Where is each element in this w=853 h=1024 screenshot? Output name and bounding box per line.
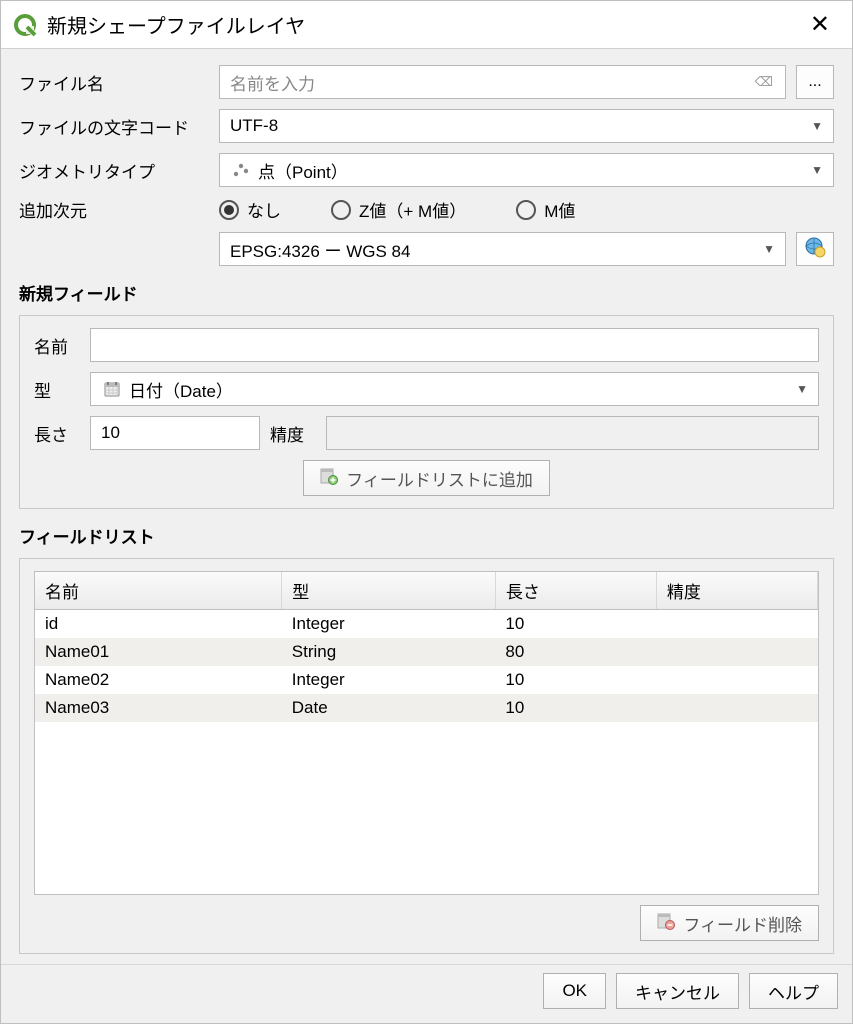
cell-precision (656, 666, 817, 694)
row-remove-btn: フィールド削除 (34, 905, 819, 941)
table-row[interactable]: Name01String80 (35, 638, 818, 666)
label-geom-type: ジオメトリタイプ (19, 158, 209, 183)
cell-name: Name02 (35, 666, 282, 694)
cell-length: 10 (495, 666, 656, 694)
chevron-down-icon: ▼ (796, 382, 808, 396)
row-nf-length: 長さ 精度 (34, 416, 819, 450)
radio-m[interactable]: M値 (516, 197, 575, 222)
nf-precision-input (326, 416, 819, 450)
dialog-footer: OK キャンセル ヘルプ (1, 964, 852, 1023)
radio-label-none: なし (247, 197, 281, 222)
nf-type-value: 日付（Date） (129, 377, 796, 402)
radio-z[interactable]: Z値（+ M値） (331, 197, 466, 222)
close-icon[interactable]: ✕ (800, 6, 840, 43)
filename-placeholder: 名前を入力 (230, 70, 753, 95)
radio-icon (516, 200, 536, 220)
label-nf-precision: 精度 (270, 421, 316, 446)
cell-name: id (35, 610, 282, 639)
window-title: 新規シェープファイルレイヤ (47, 10, 800, 39)
remove-field-button[interactable]: フィールド削除 (640, 905, 819, 941)
add-field-icon (320, 467, 338, 490)
encoding-select[interactable]: UTF-8 ▼ (219, 109, 834, 143)
cell-name: Name01 (35, 638, 282, 666)
th-type[interactable]: 型 (282, 572, 496, 610)
th-precision[interactable]: 精度 (656, 572, 817, 610)
ok-button[interactable]: OK (543, 973, 606, 1009)
remove-field-icon (657, 912, 675, 935)
browse-button[interactable]: ... (796, 65, 834, 99)
cancel-button[interactable]: キャンセル (616, 973, 739, 1009)
cell-length: 80 (495, 638, 656, 666)
cell-precision (656, 610, 817, 639)
table-header-row: 名前 型 長さ 精度 (35, 572, 818, 610)
cell-type: Integer (282, 610, 496, 639)
chevron-down-icon: ▼ (811, 163, 823, 177)
cell-type: String (282, 638, 496, 666)
cell-type: Date (282, 694, 496, 722)
cell-length: 10 (495, 694, 656, 722)
clear-icon[interactable]: ⌫ (753, 74, 775, 90)
section-field-list: フィールドリスト (19, 523, 834, 548)
nf-length-input[interactable] (90, 416, 260, 450)
radio-label-z: Z値（+ M値） (359, 197, 466, 222)
row-geom-type: ジオメトリタイプ 点（Point） ▼ (19, 153, 834, 187)
table-row[interactable]: Name02Integer10 (35, 666, 818, 694)
dimensions-radio-group: なし Z値（+ M値） M値 (219, 197, 834, 222)
crs-value: EPSG:4326 ー WGS 84 (230, 237, 763, 262)
panel-new-field: 名前 型 日付（Date） ▼ 長さ 精度 (19, 315, 834, 509)
encoding-value: UTF-8 (230, 116, 811, 136)
panel-field-list: 名前 型 長さ 精度 idInteger10Name01String80Name… (19, 558, 834, 954)
row-nf-name: 名前 (34, 328, 819, 362)
point-icon (230, 161, 252, 179)
add-btn-label: フィールドリストに追加 (346, 466, 533, 491)
qgis-icon (13, 13, 37, 37)
crs-picker-button[interactable] (796, 232, 834, 266)
cell-name: Name03 (35, 694, 282, 722)
field-list-table-wrap[interactable]: 名前 型 長さ 精度 idInteger10Name01String80Name… (34, 571, 819, 895)
filename-input[interactable]: 名前を入力 ⌫ (219, 65, 786, 99)
row-filename: ファイル名 名前を入力 ⌫ ... (19, 65, 834, 99)
field-list-table: 名前 型 長さ 精度 idInteger10Name01String80Name… (35, 572, 818, 722)
calendar-icon (101, 380, 123, 398)
radio-icon (331, 200, 351, 220)
radio-none[interactable]: なし (219, 197, 281, 222)
label-nf-type: 型 (34, 377, 80, 402)
row-nf-type: 型 日付（Date） ▼ (34, 372, 819, 406)
crs-select[interactable]: EPSG:4326 ー WGS 84 ▼ (219, 232, 786, 266)
chevron-down-icon: ▼ (811, 119, 823, 133)
titlebar: 新規シェープファイルレイヤ ✕ (1, 1, 852, 49)
th-name[interactable]: 名前 (35, 572, 282, 610)
th-length[interactable]: 長さ (495, 572, 656, 610)
label-encoding: ファイルの文字コード (19, 114, 209, 139)
help-button[interactable]: ヘルプ (749, 973, 838, 1009)
label-nf-length: 長さ (34, 421, 80, 446)
radio-icon (219, 200, 239, 220)
geom-type-value: 点（Point） (258, 158, 811, 183)
label-nf-name: 名前 (34, 333, 80, 358)
chevron-down-icon: ▼ (763, 242, 775, 256)
label-dimensions: 追加次元 (19, 197, 209, 222)
dialog-window: 新規シェープファイルレイヤ ✕ ファイル名 名前を入力 ⌫ ... ファイルの文… (0, 0, 853, 1024)
add-to-fieldlist-button[interactable]: フィールドリストに追加 (303, 460, 550, 496)
cell-precision (656, 694, 817, 722)
geom-type-select[interactable]: 点（Point） ▼ (219, 153, 834, 187)
nf-name-input[interactable] (90, 328, 819, 362)
cell-length: 10 (495, 610, 656, 639)
table-row[interactable]: Name03Date10 (35, 694, 818, 722)
row-crs: EPSG:4326 ー WGS 84 ▼ (19, 232, 834, 266)
label-filename: ファイル名 (19, 70, 209, 95)
table-row[interactable]: idInteger10 (35, 610, 818, 639)
row-add-btn: フィールドリストに追加 (34, 460, 819, 496)
nf-type-select[interactable]: 日付（Date） ▼ (90, 372, 819, 406)
remove-btn-label: フィールド削除 (683, 911, 802, 936)
row-dimensions: 追加次元 なし Z値（+ M値） M値 (19, 197, 834, 222)
section-new-field: 新規フィールド (19, 280, 834, 305)
row-encoding: ファイルの文字コード UTF-8 ▼ (19, 109, 834, 143)
dialog-content: ファイル名 名前を入力 ⌫ ... ファイルの文字コード UTF-8 ▼ ジオメ… (1, 49, 852, 964)
globe-icon (804, 236, 826, 263)
radio-label-m: M値 (544, 197, 575, 222)
cell-type: Integer (282, 666, 496, 694)
cell-precision (656, 638, 817, 666)
